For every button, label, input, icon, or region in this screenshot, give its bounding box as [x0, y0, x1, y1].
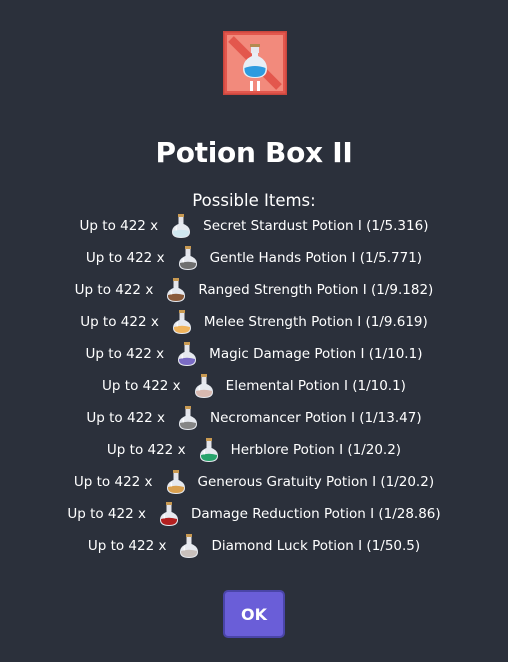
- item-name: Elemental Potion I (1/10.1): [225, 378, 406, 394]
- item-quantity: Up to 422 x: [73, 474, 153, 490]
- magic-damage-potion-icon: [175, 341, 199, 367]
- item-name: Melee Strength Potion I (1/9.619): [203, 314, 428, 330]
- item-name: Generous Gratuity Potion I (1/20.2): [197, 474, 435, 490]
- dialog-title: Potion Box II: [155, 136, 353, 169]
- item-quantity: Up to 422 x: [86, 410, 166, 426]
- list-item: Up to 422 x Gentle Hands Potion I (1/5.77…: [0, 242, 508, 274]
- item-name: Damage Reduction Potion I (1/28.86): [190, 506, 441, 522]
- secret-stardust-potion-icon: [169, 213, 193, 239]
- gentle-hands-potion-icon: [176, 245, 200, 271]
- list-item: Up to 422 x Necromancer Potion I (1/13.47…: [0, 402, 508, 434]
- list-item: Up to 422 x Diamond Luck Potion I (1/50.5…: [0, 530, 508, 562]
- damage-reduction-potion-icon: [157, 501, 181, 527]
- list-item: Up to 422 x Melee Strength Potion I (1/9.…: [0, 306, 508, 338]
- generous-gratuity-potion-icon: [164, 469, 188, 495]
- list-item: Up to 422 x Secret Stardust Potion I (1/5…: [0, 210, 508, 242]
- crate-potion-box-icon: [221, 29, 289, 97]
- possible-items-list: Up to 422 x Secret Stardust Potion I (1/5…: [0, 210, 508, 562]
- item-name: Necromancer Potion I (1/13.47): [210, 410, 422, 426]
- possible-items-heading: Possible Items:: [192, 191, 316, 210]
- list-item: Up to 422 x Ranged Strength Potion I (1/9…: [0, 274, 508, 306]
- item-name: Diamond Luck Potion I (1/50.5): [211, 538, 421, 554]
- item-quantity: Up to 422 x: [85, 346, 165, 362]
- herblore-potion-icon: [197, 437, 221, 463]
- item-quantity: Up to 422 x: [102, 378, 181, 394]
- item-quantity: Up to 422 x: [67, 506, 146, 522]
- necromancer-potion-icon: [176, 405, 200, 431]
- item-quantity: Up to 422 x: [87, 538, 167, 554]
- list-item: Up to 422 x Generous Gratuity Potion I (1…: [0, 466, 508, 498]
- list-item: Up to 422 x Herblore Potion I (1/20.2): [0, 434, 508, 466]
- item-name: Secret Stardust Potion I (1/5.316): [203, 218, 429, 234]
- melee-strength-potion-icon: [170, 309, 194, 335]
- elemental-potion-icon: [192, 373, 216, 399]
- list-item: Up to 422 x Elemental Potion I (1/10.1): [0, 370, 508, 402]
- item-name: Gentle Hands Potion I (1/5.771): [209, 250, 423, 266]
- item-quantity: Up to 422 x: [80, 314, 159, 330]
- list-item: Up to 422 x Magic Damage Potion I (1/10.1…: [0, 338, 508, 370]
- diamond-luck-potion-icon: [177, 533, 201, 559]
- item-name: Magic Damage Potion I (1/10.1): [209, 346, 423, 362]
- potion-box-dialog: Potion Box II Possible Items: Up to 422 …: [0, 0, 508, 662]
- item-name: Ranged Strength Potion I (1/9.182): [198, 282, 434, 298]
- ranged-strength-potion-icon: [164, 277, 188, 303]
- item-quantity: Up to 422 x: [85, 250, 165, 266]
- item-quantity: Up to 422 x: [106, 442, 186, 458]
- item-name: Herblore Potion I (1/20.2): [230, 442, 402, 458]
- list-item: Up to 422 x Damage Reduction Potion I (1/…: [0, 498, 508, 530]
- item-quantity: Up to 422 x: [79, 218, 159, 234]
- item-quantity: Up to 422 x: [74, 282, 154, 298]
- ok-button[interactable]: OK: [223, 590, 285, 638]
